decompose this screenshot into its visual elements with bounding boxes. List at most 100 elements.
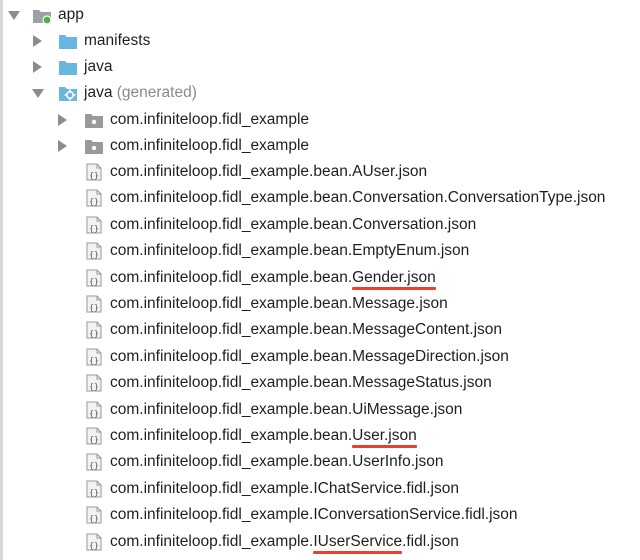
tree-node-package[interactable]: com.infiniteloop.fidl_example bbox=[0, 107, 640, 133]
json-file-icon: {} bbox=[84, 532, 104, 552]
file-name-suffix: Conversation.ConversationType.json bbox=[352, 189, 606, 207]
tree-node-json-file[interactable]: {} com.infiniteloop.fidl_example.bean.Mes… bbox=[0, 370, 640, 396]
chevron-right-icon[interactable] bbox=[58, 140, 67, 152]
highlight-underline bbox=[313, 550, 403, 554]
json-file-icon: {} bbox=[84, 479, 104, 499]
svg-text:{}: {} bbox=[89, 541, 99, 550]
json-file-icon: {} bbox=[84, 347, 104, 367]
folder-name: java bbox=[84, 84, 113, 101]
tree-node-json-file[interactable]: {} com.infiniteloop.fidl_example.bean.UiM… bbox=[0, 397, 640, 423]
tree-node-label: com.infiniteloop.fidl_example bbox=[110, 137, 310, 154]
tree-node-json-file[interactable]: {} com.infiniteloop.fidl_example.bean.Emp… bbox=[0, 238, 640, 264]
svg-text:{}: {} bbox=[89, 514, 99, 523]
file-name: com.infiniteloop.fidl_example.bean.Empty… bbox=[110, 241, 469, 261]
json-file-icon: {} bbox=[84, 320, 104, 340]
file-name: com.infiniteloop.fidl_example.IChatServi… bbox=[110, 479, 459, 499]
folder-suffix: (generated) bbox=[116, 84, 197, 101]
tree-node-json-file[interactable]: {} com.infiniteloop.fidl_example.bean.Gen… bbox=[0, 265, 640, 291]
file-name-prefix: com.infiniteloop.fidl_example.bean. bbox=[110, 242, 353, 260]
tree-node-json-file[interactable]: {} com.infiniteloop.fidl_example.bean.Mes… bbox=[0, 291, 640, 317]
json-file-icon: {} bbox=[84, 268, 104, 288]
highlight-underline bbox=[352, 445, 417, 448]
json-file-icon: {} bbox=[84, 505, 104, 525]
folder-icon bbox=[58, 57, 78, 77]
file-name: com.infiniteloop.fidl_example.bean.Messa… bbox=[110, 320, 502, 340]
file-name-suffix: MessageStatus.json bbox=[352, 374, 492, 392]
chevron-down-icon[interactable] bbox=[8, 11, 20, 20]
tree-node-app[interactable]: app bbox=[0, 2, 640, 28]
chevron-down-icon[interactable] bbox=[32, 89, 44, 98]
file-name-suffix: MessageDirection.json bbox=[352, 347, 509, 365]
file-name-suffix: AUser.json bbox=[352, 163, 428, 180]
file-name: com.infiniteloop.fidl_example.bean.UiMes… bbox=[110, 400, 462, 420]
file-name-suffix: UserInfo.json bbox=[352, 453, 444, 471]
file-name-prefix: com.infiniteloop.fidl_example.bean. bbox=[110, 400, 353, 418]
file-name: com.infiniteloop.fidl_example.IUserServi… bbox=[110, 532, 459, 554]
svg-text:{}: {} bbox=[89, 356, 99, 365]
tree-node-json-file[interactable]: {} com.infiniteloop.fidl_example.IConvers… bbox=[0, 502, 640, 528]
file-name-prefix: com.infiniteloop.fidl_example.bean. bbox=[110, 321, 353, 339]
tree-node-label: manifests bbox=[84, 32, 151, 49]
tree-node-java[interactable]: java bbox=[0, 54, 640, 80]
tree-node-json-file[interactable]: {} com.infiniteloop.fidl_example.bean.Mes… bbox=[0, 317, 640, 343]
file-name-highlight: IUserService bbox=[313, 533, 403, 554]
tree-node-manifests[interactable]: manifests bbox=[0, 28, 640, 54]
file-name-prefix: com.infiniteloop.fidl_example. bbox=[110, 479, 314, 497]
package-icon bbox=[84, 110, 104, 130]
tree-node-json-file[interactable]: {} com.infiniteloop.fidl_example.bean.Con… bbox=[0, 212, 640, 238]
file-name: com.infiniteloop.fidl_example.bean.Messa… bbox=[110, 373, 492, 393]
file-name-highlight: User.json bbox=[352, 427, 417, 448]
json-file-icon: {} bbox=[84, 400, 104, 420]
svg-text:{}: {} bbox=[89, 409, 99, 418]
tree-node-json-file[interactable]: {} com.infiniteloop.fidl_example.bean.Use… bbox=[0, 449, 640, 475]
file-name-suffix: .fidl.json bbox=[402, 532, 459, 550]
tree-node-label: com.infiniteloop.fidl_example bbox=[110, 111, 310, 128]
json-file-icon: {} bbox=[84, 215, 104, 235]
json-file-icon: {} bbox=[84, 294, 104, 314]
json-file-icon: {} bbox=[84, 162, 104, 182]
file-name-suffix: Message.json bbox=[352, 295, 448, 312]
json-file-icon: {} bbox=[84, 426, 104, 446]
tree-node-label: java bbox=[84, 58, 113, 75]
tree-node-label: java (generated) bbox=[84, 83, 197, 103]
file-name-highlight: Gender.json bbox=[352, 269, 436, 290]
tree-node-package[interactable]: com.infiniteloop.fidl_example bbox=[0, 133, 640, 159]
file-name: com.infiniteloop.fidl_example.bean.Messa… bbox=[110, 347, 509, 367]
svg-text:{}: {} bbox=[89, 435, 99, 444]
tree-node-label: app bbox=[58, 6, 84, 23]
tree-node-java-generated[interactable]: java (generated) bbox=[0, 80, 640, 106]
file-name: com.infiniteloop.fidl_example.bean.UserI… bbox=[110, 452, 443, 472]
tree-node-json-file[interactable]: {} com.infiniteloop.fidl_example.bean.Con… bbox=[0, 185, 640, 211]
chevron-right-icon[interactable] bbox=[33, 61, 42, 73]
file-name-prefix: com.infiniteloop.fidl_example.bean. bbox=[110, 347, 353, 365]
file-name-suffix: IChatService.fidl.json bbox=[313, 479, 459, 497]
highlight-underline bbox=[352, 286, 436, 290]
svg-text:{}: {} bbox=[89, 250, 99, 259]
file-name: com.infiniteloop.fidl_example.bean.Messa… bbox=[110, 294, 448, 314]
file-name-prefix: com.infiniteloop.fidl_example. bbox=[110, 532, 314, 550]
json-file-icon: {} bbox=[84, 241, 104, 261]
svg-text:{}: {} bbox=[89, 171, 99, 180]
svg-text:{}: {} bbox=[89, 197, 99, 206]
chevron-right-icon[interactable] bbox=[33, 35, 42, 47]
tree-node-json-file[interactable]: {} com.infiniteloop.fidl_example.bean.Mes… bbox=[0, 344, 640, 370]
json-file-icon: {} bbox=[84, 373, 104, 393]
svg-text:{}: {} bbox=[89, 224, 99, 233]
chevron-right-icon[interactable] bbox=[58, 114, 67, 126]
tree-node-json-file[interactable]: {} com.infiniteloop.fidl_example.IChatSer… bbox=[0, 476, 640, 502]
tree-node-json-file[interactable]: {} com.infiniteloop.fidl_example.IUserSer… bbox=[0, 529, 640, 555]
file-name: com.infiniteloop.fidl_example.bean.Gende… bbox=[110, 268, 436, 290]
tree-node-json-file[interactable]: {} com.infiniteloop.fidl_example.bean.Use… bbox=[0, 423, 640, 449]
json-file-icon: {} bbox=[84, 188, 104, 208]
package-icon bbox=[84, 136, 104, 156]
file-name-suffix: Conversation.json bbox=[352, 215, 477, 233]
file-name-prefix: com.infiniteloop.fidl_example. bbox=[110, 506, 314, 524]
svg-text:{}: {} bbox=[89, 329, 99, 338]
svg-text:{}: {} bbox=[89, 303, 99, 312]
file-name: com.infiniteloop.fidl_example.bean.Conve… bbox=[110, 188, 605, 208]
file-name-suffix: UiMessage.json bbox=[352, 400, 463, 418]
file-name-prefix: com.infiniteloop.fidl_example.bean. bbox=[110, 215, 353, 233]
file-name-prefix: com.infiniteloop.fidl_example.bean. bbox=[110, 295, 353, 312]
tree-node-json-file[interactable]: {} com.infiniteloop.fidl_example.bean.AUs… bbox=[0, 159, 640, 185]
file-name-prefix: com.infiniteloop.fidl_example.bean. bbox=[110, 427, 353, 444]
